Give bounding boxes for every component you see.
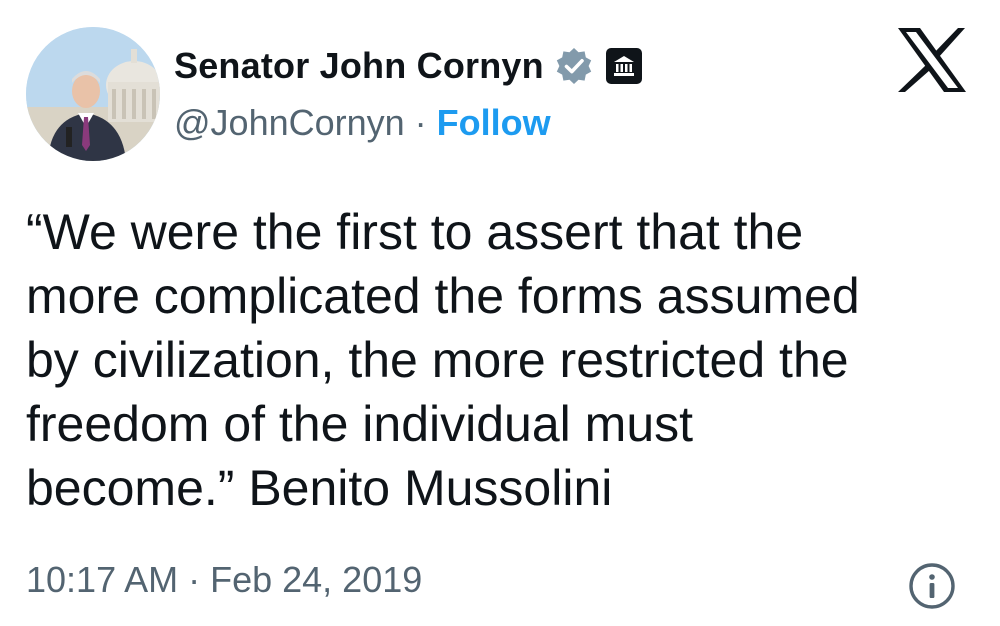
government-building-icon <box>605 48 642 84</box>
author-handle[interactable]: @JohnCornyn <box>174 102 405 144</box>
tweet-text-line: “We were the first to assert that the <box>26 204 804 260</box>
separator-dot: · <box>414 102 427 143</box>
tweet-timestamp[interactable]: 10:17 AM · Feb 24, 2019 <box>26 559 422 601</box>
tweet-text: “We were the first to assert that the mo… <box>26 200 976 520</box>
x-logo-icon[interactable] <box>896 27 968 93</box>
author-handle-row: @JohnCornyn · Follow <box>174 100 551 146</box>
author-display-name[interactable]: Senator John Cornyn <box>174 45 544 87</box>
follow-button[interactable]: Follow <box>437 102 551 144</box>
verified-badge-icon <box>556 48 592 84</box>
avatar-photo <box>26 27 160 161</box>
tweet-text-line: freedom of the individual must <box>26 396 694 452</box>
tweet-text-line: more complicated the forms assumed <box>26 268 860 324</box>
tweet-text-line: become.” Benito Mussolini <box>26 460 613 516</box>
author-name-row: Senator John Cornyn <box>174 42 642 90</box>
author-avatar[interactable] <box>26 27 160 161</box>
tweet-card: Senator John Cornyn @JohnCornyn · Follow <box>0 0 1000 626</box>
info-icon[interactable] <box>908 562 956 610</box>
tweet-text-line: by civilization, the more restricted the <box>26 332 849 388</box>
